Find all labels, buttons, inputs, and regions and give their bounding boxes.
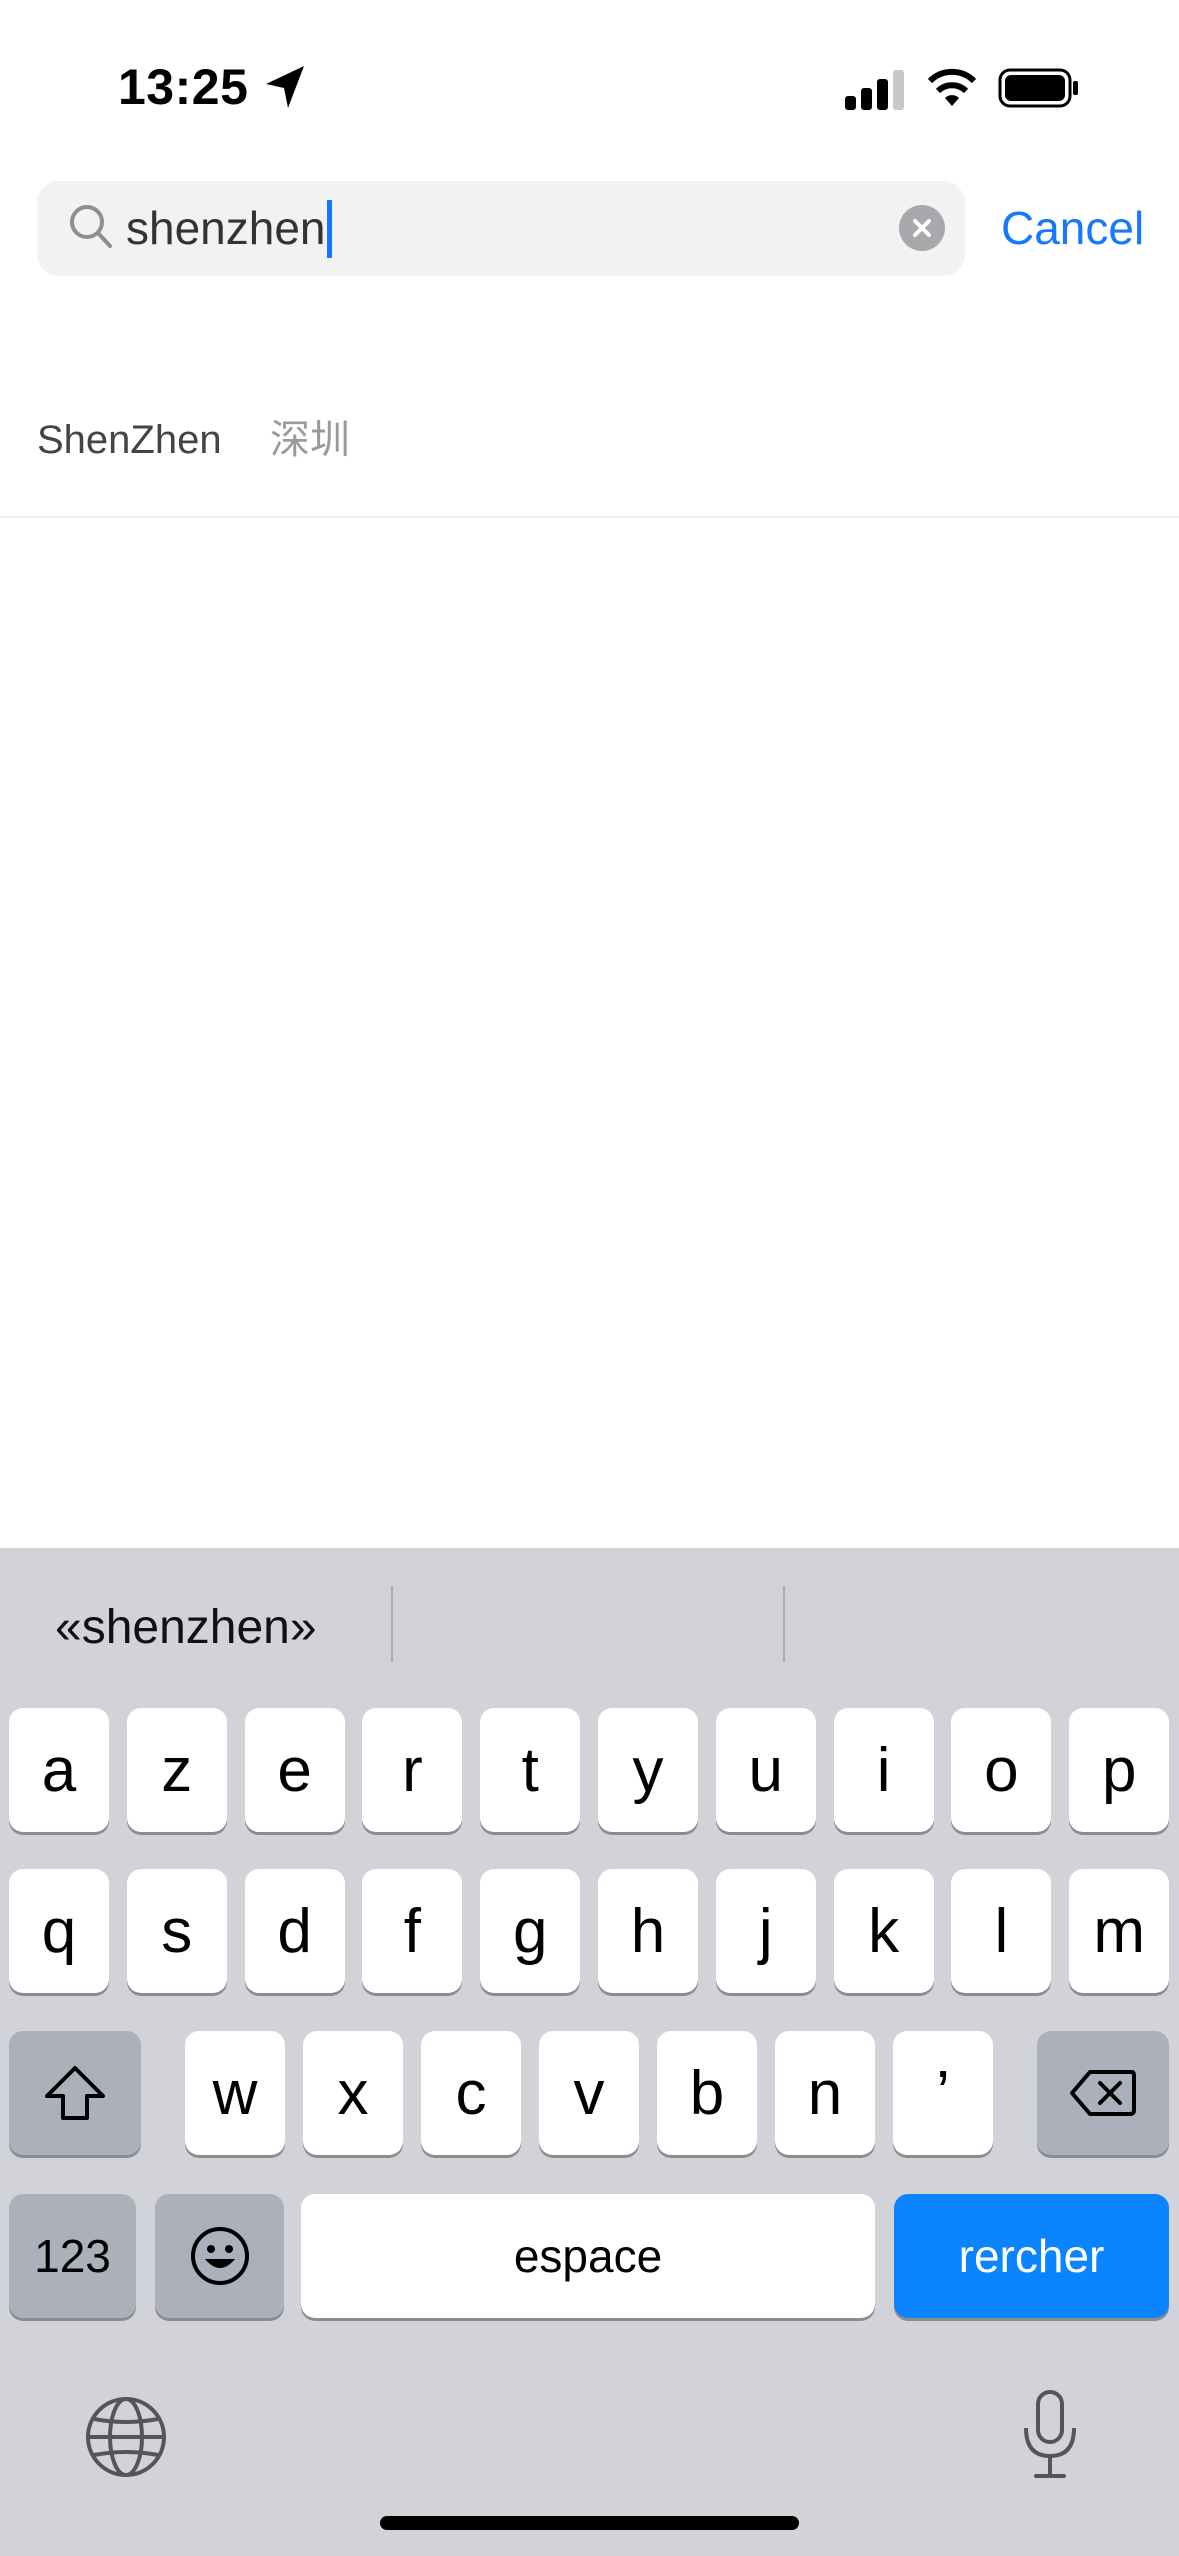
result-city-name: ShenZhen [37, 418, 222, 462]
suggestion-divider [783, 1586, 785, 1662]
keyboard-suggestion[interactable]: «shenzhen» [55, 1596, 317, 1660]
key-d[interactable]: d [244, 1869, 345, 1993]
close-icon [913, 219, 931, 237]
emoji-icon [190, 2227, 249, 2285]
key-k[interactable]: k [833, 1869, 934, 1993]
key-m[interactable]: m [1069, 1869, 1170, 1993]
key-t[interactable]: t [480, 1708, 581, 1832]
key-a[interactable]: a [9, 1708, 109, 1832]
microphone-icon[interactable] [1018, 2388, 1082, 2480]
key-n[interactable]: n [775, 2031, 875, 2155]
key-e[interactable]: e [244, 1708, 345, 1832]
cancel-button[interactable]: Cancel [1001, 196, 1144, 260]
key-g[interactable]: g [480, 1869, 581, 1993]
key-l[interactable]: l [951, 1869, 1052, 1993]
key-j[interactable]: j [715, 1869, 816, 1993]
key-apostrophe[interactable]: ’ [893, 2031, 993, 2155]
location-arrow-icon [266, 66, 304, 108]
status-time: 13:25 [118, 59, 249, 115]
key-s[interactable]: s [126, 1869, 227, 1993]
battery-icon [998, 68, 1078, 108]
key-h[interactable]: h [598, 1869, 698, 1993]
key-r[interactable]: r [362, 1708, 463, 1832]
key-w[interactable]: w [185, 2031, 285, 2155]
key-i[interactable]: i [833, 1708, 934, 1832]
suggestion-divider [391, 1586, 393, 1662]
key-x[interactable]: x [303, 2031, 403, 2155]
space-key[interactable]: espace [301, 2194, 875, 2318]
search-return-key[interactable]: rercher [894, 2194, 1169, 2318]
key-o[interactable]: o [951, 1708, 1052, 1832]
wifi-icon [927, 68, 977, 106]
numbers-key[interactable]: 123 [9, 2194, 136, 2318]
backspace-key[interactable] [1037, 2031, 1169, 2155]
search-input[interactable]: shenzhen [126, 196, 332, 260]
globe-icon[interactable] [84, 2395, 168, 2479]
key-v[interactable]: v [539, 2031, 639, 2155]
search-input-value: shenzhen [126, 202, 326, 254]
clear-search-button[interactable] [899, 205, 945, 251]
search-icon [70, 205, 112, 248]
key-z[interactable]: z [126, 1708, 227, 1832]
key-u[interactable]: u [715, 1708, 816, 1832]
key-y[interactable]: y [598, 1708, 698, 1832]
backspace-icon [1070, 2070, 1136, 2116]
text-cursor [326, 199, 332, 258]
shift-icon [45, 2066, 105, 2120]
key-b[interactable]: b [657, 2031, 757, 2155]
key-c[interactable]: c [421, 2031, 521, 2155]
key-p[interactable]: p [1069, 1708, 1170, 1832]
key-f[interactable]: f [362, 1869, 463, 1993]
shift-key[interactable] [9, 2031, 141, 2155]
cellular-signal-icon [845, 70, 904, 110]
emoji-key[interactable] [155, 2194, 284, 2318]
key-q[interactable]: q [9, 1869, 109, 1993]
home-indicator [380, 2516, 799, 2530]
result-city-name-cn: 深圳 [270, 418, 350, 462]
